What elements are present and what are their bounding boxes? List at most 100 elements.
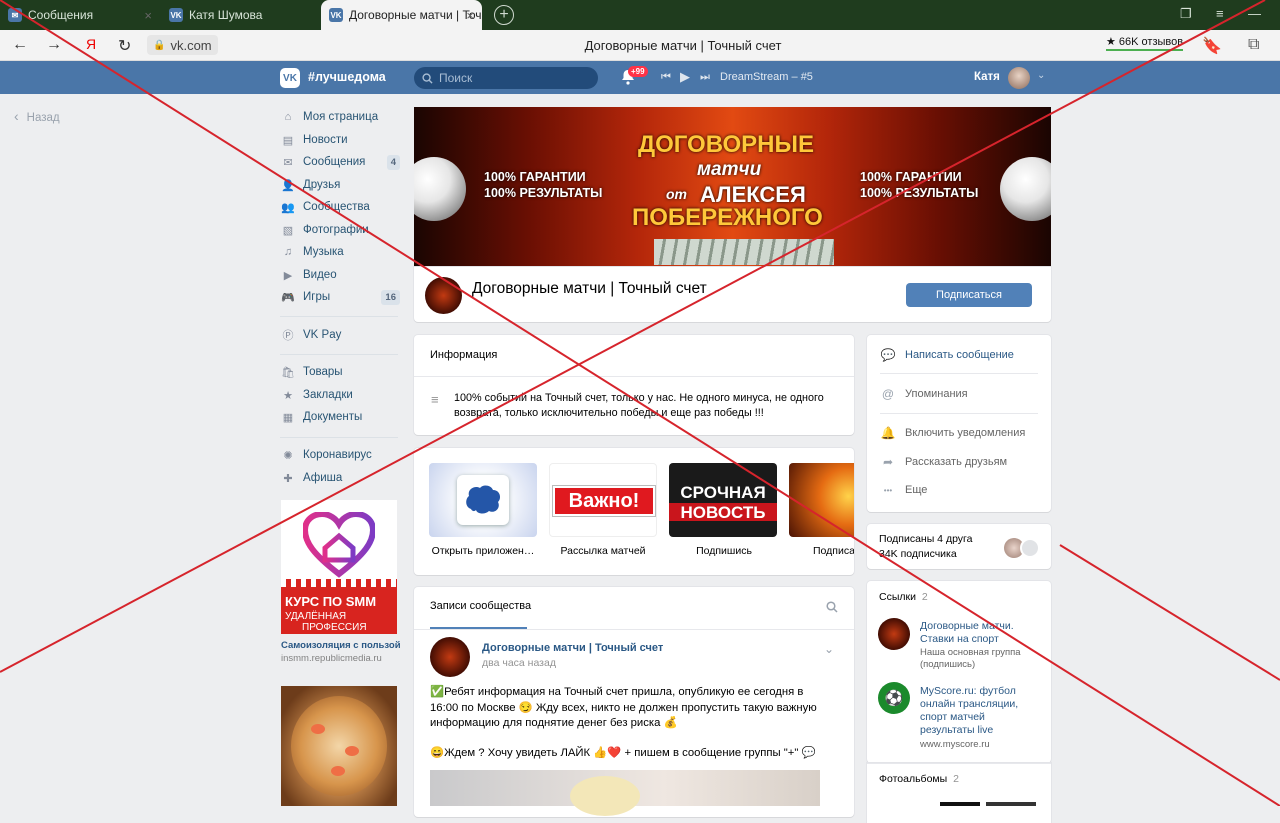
info-text: 100% событий на Точный счет, только у на…: [454, 392, 824, 419]
notifications-badge: +99: [628, 66, 648, 77]
group-avatar[interactable]: [425, 277, 462, 314]
sidebar-item-10[interactable]: Ⓟ VK Pay: [280, 324, 400, 346]
action-share[interactable]: ➦ Рассказать друзьям: [880, 455, 1007, 469]
app-important[interactable]: Важно!: [549, 463, 657, 537]
subscribe-button[interactable]: Подписаться: [906, 283, 1032, 307]
action-message[interactable]: 💬 Написать сообщение: [880, 348, 1014, 362]
link-avatar[interactable]: [878, 618, 910, 650]
app-brain[interactable]: [429, 463, 537, 537]
vk-logo-icon[interactable]: VK: [280, 68, 300, 88]
sidebar-item-2[interactable]: ▤ Новости: [280, 129, 400, 151]
close-icon[interactable]: ×: [144, 8, 152, 23]
tab-group[interactable]: VK Договорные матчи | Точ ×: [321, 0, 482, 30]
sidebar-item-5[interactable]: 👥 Сообщества: [280, 196, 400, 218]
count-badge: 4: [386, 154, 400, 170]
bookmark-icon[interactable]: 🔖: [1202, 36, 1222, 56]
post-text: ✅Ребят информация на Точный счет пришла,…: [430, 686, 817, 729]
minimize-icon[interactable]: —: [1248, 6, 1261, 21]
extensions-icon[interactable]: ⧉: [1248, 36, 1259, 54]
menu-icon[interactable]: ≡: [1216, 6, 1224, 21]
app-label[interactable]: Рассылка матчей: [548, 545, 658, 557]
albums-title: Фотоальбомы 2: [879, 773, 959, 785]
group-cover: 100% ГАРАНТИИ 100% РЕЗУЛЬТАТЫ 100% ГАРАН…: [414, 107, 1051, 267]
followers-friends[interactable]: Подписаны 4 друга: [879, 533, 972, 545]
chevron-down-icon[interactable]: ⌄: [824, 642, 834, 656]
ad-url[interactable]: insmm.republicmedia.ru: [281, 653, 382, 664]
post-image[interactable]: [430, 770, 820, 816]
album-thumb[interactable]: [986, 802, 1036, 806]
app-label[interactable]: Подпишись: [669, 545, 779, 557]
post-text: 😄Ждем ? Хочу увидеть ЛАЙК 👍❤️ + пишем в …: [430, 747, 816, 759]
count-badge: 16: [381, 289, 400, 305]
ad-fringe: [281, 579, 397, 587]
prev-track-icon[interactable]: ⏮: [661, 71, 671, 84]
sidebar-item-13[interactable]: ▦ Документы: [280, 406, 400, 428]
info-title: Информация: [430, 349, 498, 361]
current-track[interactable]: DreamStream – #5: [720, 71, 813, 83]
link-name[interactable]: MyScore.ru: футбол онлайн трансляции, сп…: [920, 685, 1040, 737]
chevron-down-icon[interactable]: ⌄: [1037, 70, 1045, 81]
sidebar-item-8[interactable]: ▶ Видео: [280, 264, 400, 286]
hashtag-link[interactable]: #лучшедома: [308, 70, 386, 84]
vk-icon: VK: [329, 8, 343, 22]
chat-icon: ✉: [8, 8, 22, 22]
search-input[interactable]: Поиск: [414, 67, 598, 89]
user-name[interactable]: Катя: [974, 71, 1000, 83]
sidebar-item-1[interactable]: ⌂ Моя страница: [280, 106, 400, 128]
actions-divider: [880, 373, 1038, 374]
next-track-icon[interactable]: ⏭: [700, 71, 710, 84]
nav-divider: [280, 354, 398, 355]
chevron-left-icon: ‹: [14, 108, 19, 124]
link-name[interactable]: Договорные матчи. Ставки на спорт: [920, 620, 1040, 646]
group-name: Договорные матчи | Точный счет: [472, 280, 707, 297]
ad-caption[interactable]: Самоизоляция с пользой: [281, 640, 401, 651]
sidebar-item-9[interactable]: 🎮 Игры 16: [280, 286, 400, 308]
brain-tile: [457, 475, 509, 525]
sidebar-item-4[interactable]: 👤 Друзья: [280, 174, 400, 196]
post-author[interactable]: Договорные матчи | Точный счет: [482, 642, 663, 654]
shrimp: [345, 746, 359, 756]
reviews-badge[interactable]: ★ 66K отзывов: [1106, 35, 1184, 51]
action-bell[interactable]: 🔔 Включить уведомления: [880, 426, 1026, 440]
play-icon[interactable]: ▶: [680, 69, 690, 85]
search-icon[interactable]: [826, 601, 838, 613]
sidebar-item-6[interactable]: ▧ Фотографии: [280, 219, 400, 241]
sidebar-item-label: Музыка: [303, 246, 344, 258]
sidebar-item-11[interactable]: 🛍 Товары: [280, 361, 400, 383]
close-icon[interactable]: ×: [466, 8, 474, 23]
sidebar-item-label: Моя страница: [303, 111, 379, 123]
followers-count[interactable]: 34K подписчика: [879, 548, 957, 560]
action-at[interactable]: @ Упоминания: [880, 387, 968, 401]
user-avatar[interactable]: [1008, 67, 1030, 89]
sidebar-item-label: Товары: [303, 366, 343, 378]
photos-icon: ▧: [282, 224, 294, 237]
sidebar-item-15[interactable]: ✚ Афиша: [280, 467, 400, 489]
app-label[interactable]: Подписа: [789, 545, 854, 557]
sidebar-item-label: VK Pay: [303, 329, 342, 341]
soccer-ball-icon[interactable]: ⚽: [878, 682, 910, 714]
app-news[interactable]: СРОЧНАЯ НОВОСТЬ: [669, 463, 777, 537]
ad-food-image[interactable]: [281, 686, 397, 806]
messages-icon: ✉: [283, 156, 293, 169]
sidebar-item-3[interactable]: ✉ Сообщения 4: [280, 151, 400, 173]
cross-line: [1059, 544, 1280, 681]
back-link[interactable]: ‹ Назад: [14, 108, 60, 124]
new-tab-button[interactable]: +: [494, 5, 514, 25]
sidebar-item-12[interactable]: ★ Закладки: [280, 384, 400, 406]
video-icon: ▶: [283, 269, 293, 282]
tab-messages[interactable]: ✉ Сообщения ×: [0, 0, 160, 30]
post-time[interactable]: два часа назад: [482, 657, 556, 669]
album-thumb[interactable]: [940, 802, 980, 806]
tabs-icon[interactable]: ❐: [1180, 6, 1192, 22]
sidebar-item-7[interactable]: ♫ Музыка: [280, 241, 400, 263]
sidebar-item-14[interactable]: ✺ Коронавирус: [280, 444, 400, 466]
tab-katya[interactable]: VK Катя Шумова: [161, 0, 319, 30]
friend-avatar[interactable]: [1020, 538, 1040, 558]
app-football[interactable]: [789, 463, 854, 537]
ad-banner-smm[interactable]: КУРС ПО SMM УДАЛЁННАЯ ПРОФЕССИЯ: [281, 500, 397, 634]
action-more[interactable]: ••• Еще: [880, 484, 928, 496]
tab-community-posts[interactable]: Записи сообщества: [430, 600, 531, 612]
post-author-avatar[interactable]: [430, 637, 470, 677]
brain-icon: [466, 485, 501, 514]
app-label[interactable]: Открыть приложен…: [428, 545, 538, 557]
